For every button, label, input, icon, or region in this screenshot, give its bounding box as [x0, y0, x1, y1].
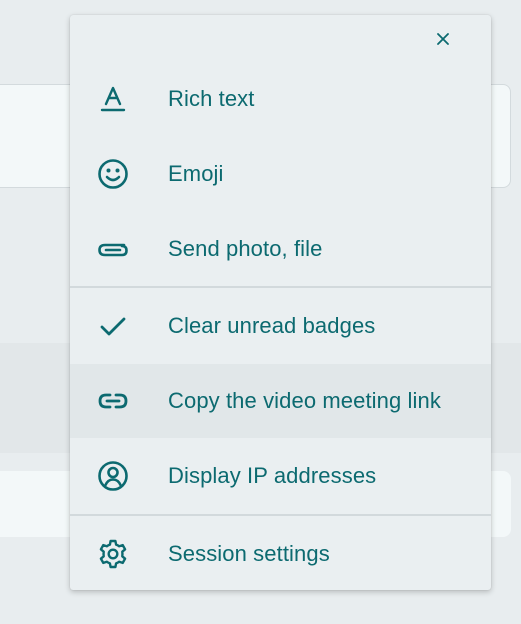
menu-divider	[70, 286, 491, 288]
user-circle-icon	[96, 459, 130, 493]
menu-item-display-ip-addresses[interactable]: Display IP addresses	[70, 439, 491, 513]
menu-item-label: Rich text	[168, 86, 255, 111]
checkmark-icon	[96, 309, 130, 343]
menu-item-label: Copy the video meeting link	[168, 388, 441, 413]
paperclip-icon	[96, 232, 130, 266]
menu-item-label: Display IP addresses	[168, 463, 377, 488]
menu-divider	[70, 514, 491, 516]
close-icon	[437, 33, 449, 45]
menu-item-send-photo-file[interactable]: Send photo, file	[70, 212, 491, 286]
menu-item-label: Clear unread badges	[168, 313, 376, 338]
menu-item-label: Emoji	[168, 161, 224, 186]
gear-icon	[96, 537, 130, 571]
menu-item-emoji[interactable]: Emoji	[70, 137, 491, 211]
close-button[interactable]	[431, 27, 455, 51]
smiley-icon	[96, 157, 130, 191]
menu-item-label: Session settings	[168, 541, 330, 566]
menu-item-copy-video-meeting-link[interactable]: Copy the video meeting link	[70, 364, 491, 438]
text-format-icon	[96, 82, 130, 116]
menu-item-rich-text[interactable]: Rich text	[70, 62, 491, 136]
composer-options-menu: Rich text Emoji Send photo, file Clear u…	[70, 15, 491, 590]
menu-item-clear-unread-badges[interactable]: Clear unread badges	[70, 289, 491, 363]
menu-item-label: Send photo, file	[168, 236, 323, 261]
link-icon	[96, 384, 130, 418]
menu-item-session-settings[interactable]: Session settings	[70, 517, 491, 591]
